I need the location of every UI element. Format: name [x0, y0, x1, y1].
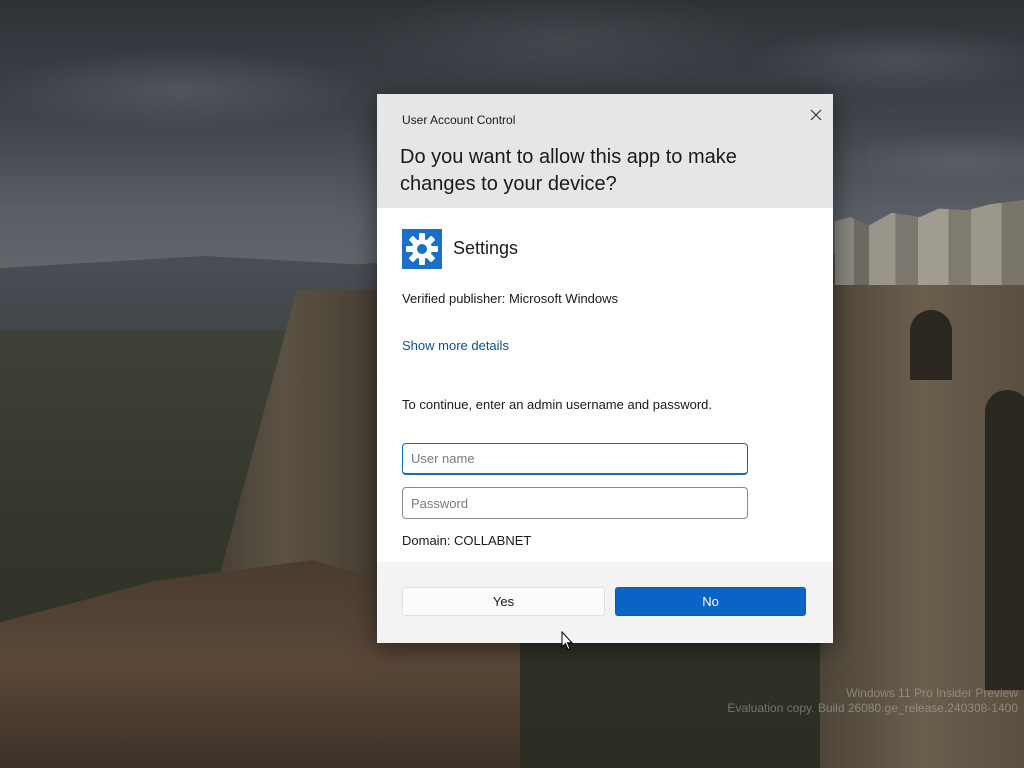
no-button[interactable]: No	[615, 587, 806, 616]
close-button[interactable]	[803, 102, 829, 128]
watermark-line-2: Evaluation copy. Build 26080.ge_release.…	[727, 701, 1018, 715]
domain-label: Domain: COLLABNET	[402, 533, 532, 548]
mouse-cursor-icon	[561, 631, 573, 651]
wallpaper-bridge-arch	[910, 310, 952, 380]
dialog-question: Do you want to allow this app to make ch…	[400, 146, 737, 195]
dialog-title: User Account Control	[402, 113, 516, 127]
gear-icon	[406, 233, 438, 265]
uac-dialog: User Account Control Do you want to allo…	[377, 94, 833, 643]
show-more-details-link[interactable]: Show more details	[402, 338, 509, 353]
app-name: Settings	[453, 238, 519, 258]
password-input[interactable]	[402, 487, 748, 519]
username-input[interactable]	[402, 443, 748, 475]
yes-button[interactable]: Yes	[402, 587, 605, 616]
desktop: Windows 11 Pro Insider Preview Evaluatio…	[0, 0, 1024, 768]
credentials-instruction: To continue, enter an admin username and…	[402, 397, 713, 412]
verified-publisher: Verified publisher: Microsoft Windows	[402, 291, 619, 306]
watermark-line-1: Windows 11 Pro Insider Preview	[846, 686, 1018, 700]
wallpaper-bridge-arch-large	[985, 390, 1024, 690]
evaluation-watermark: Windows 11 Pro Insider Preview Evaluatio…	[727, 686, 1018, 716]
settings-app-icon	[402, 229, 442, 269]
close-icon	[810, 109, 822, 121]
